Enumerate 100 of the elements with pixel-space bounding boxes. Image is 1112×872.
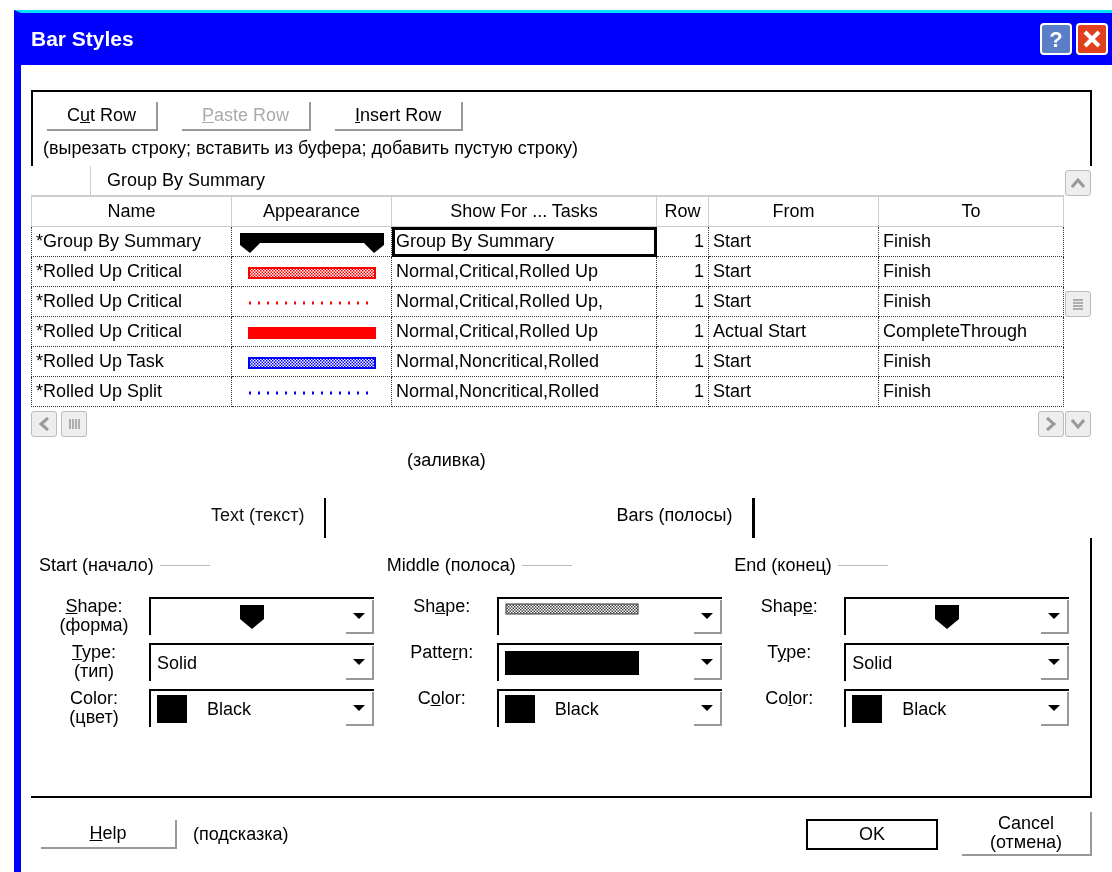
hint-text: (вырезать строку; вставить из буфера; добавить пустую строку) bbox=[43, 137, 579, 161]
scroll-down-button[interactable] bbox=[1065, 411, 1091, 438]
table-cell: 1 bbox=[656, 226, 709, 257]
grip-icon bbox=[67, 417, 81, 432]
table-cell: Start bbox=[708, 256, 879, 287]
field-sublabel: (цвет) bbox=[68, 708, 120, 728]
cancel-button[interactable]: Cancel (отмена) bbox=[962, 812, 1092, 857]
dropdown-field[interactable] bbox=[496, 597, 722, 636]
dropdown-arrow-icon bbox=[352, 658, 366, 667]
table-cell: 1 bbox=[656, 256, 709, 287]
table-cell: Actual Start bbox=[708, 316, 879, 347]
shape-preview-icon bbox=[239, 605, 264, 630]
arrow-down-icon bbox=[1071, 418, 1085, 431]
tab[interactable]: Text (текст) bbox=[211, 498, 327, 539]
table-cell[interactable]: Normal,Noncritical,Rolled bbox=[391, 346, 657, 377]
table-cell: Finish bbox=[878, 286, 1064, 317]
toolbar-button[interactable]: Cut Row bbox=[47, 102, 159, 132]
column-header[interactable]: Appearance bbox=[231, 196, 392, 227]
group-title: Start (начало) bbox=[39, 554, 154, 578]
field-sublabel: (форма) bbox=[58, 616, 130, 636]
help-button[interactable]: Help bbox=[41, 819, 177, 849]
dropdown-arrow-icon bbox=[699, 658, 714, 667]
hatched-bar-icon bbox=[504, 603, 639, 616]
table-cell: Start bbox=[708, 376, 879, 407]
table-cell: *Rolled Up Task bbox=[31, 346, 232, 377]
close-button[interactable] bbox=[1076, 23, 1108, 55]
table-cell: *Rolled Up Critical bbox=[31, 256, 232, 287]
field-label: Shape: bbox=[412, 597, 472, 617]
table-cell: 1 bbox=[656, 286, 709, 317]
table-cell: Start bbox=[708, 226, 879, 257]
dropdown-arrow-icon bbox=[352, 704, 366, 713]
field-label: Type: bbox=[70, 643, 117, 663]
dropdown-arrow-icon bbox=[1047, 658, 1062, 667]
solid-bar-icon bbox=[504, 651, 639, 676]
field-label: Pattern: bbox=[409, 643, 475, 663]
scroll-thumb[interactable] bbox=[61, 411, 87, 438]
table-cell: Start bbox=[708, 346, 879, 377]
tab[interactable]: Bars (полосы) bbox=[616, 498, 756, 539]
table-cell: Finish bbox=[878, 346, 1064, 377]
table-cell[interactable]: Normal,Critical,Rolled Up bbox=[391, 256, 657, 287]
table-cell: 1 bbox=[656, 316, 709, 347]
dropdown-value: Black bbox=[207, 697, 251, 721]
group-title: End (конец) bbox=[734, 554, 832, 578]
dropdown-field[interactable]: Black bbox=[149, 689, 374, 728]
dropdown-field[interactable] bbox=[496, 643, 722, 682]
column-header[interactable]: Row bbox=[656, 196, 709, 227]
arrow-right-icon bbox=[1045, 417, 1057, 432]
dropdown-field[interactable]: Black bbox=[844, 689, 1070, 728]
field-label: Color: bbox=[416, 689, 467, 709]
table-cell: 1 bbox=[656, 376, 709, 407]
dropdown-value: Black bbox=[902, 697, 947, 721]
group-title: Middle (полоса) bbox=[386, 554, 516, 578]
table-cell: CompleteThrough bbox=[878, 316, 1064, 347]
column-header[interactable]: Show For ... Tasks bbox=[391, 196, 657, 227]
dropdown-value: Solid bbox=[157, 651, 198, 675]
ok-button[interactable]: OK bbox=[806, 818, 938, 850]
arrow-up-icon bbox=[1071, 177, 1085, 190]
dropdown-field[interactable] bbox=[149, 597, 374, 636]
grip-icon bbox=[1071, 296, 1085, 311]
table-cell: *Rolled Up Critical bbox=[31, 286, 232, 317]
dropdown-arrow-icon bbox=[699, 704, 714, 713]
dropdown-arrow-icon bbox=[1047, 704, 1062, 713]
table-cell: Finish bbox=[878, 256, 1064, 287]
field-label: Color: bbox=[764, 689, 815, 709]
dropdown-field[interactable]: Solid bbox=[844, 643, 1070, 682]
table-cell: *Rolled Up Critical bbox=[31, 316, 232, 347]
column-header[interactable]: From bbox=[708, 196, 879, 227]
arrow-left-icon bbox=[38, 417, 50, 432]
dropdown-value: Black bbox=[554, 697, 599, 721]
help-button[interactable]: ? bbox=[1040, 23, 1072, 55]
dropdown-field[interactable]: Black bbox=[496, 689, 722, 728]
table-cell[interactable]: Normal,Critical,Rolled Up bbox=[391, 316, 657, 347]
help-note: (подсказка) bbox=[193, 822, 289, 846]
table-cell: Start bbox=[708, 286, 879, 317]
close-icon bbox=[1083, 30, 1101, 48]
table-cell: *Group By Summary bbox=[31, 226, 232, 257]
table-cell[interactable]: Normal,Critical,Rolled Up, bbox=[391, 286, 657, 317]
table-cell: Finish bbox=[878, 226, 1064, 257]
entry-field[interactable]: Group By Summary bbox=[91, 166, 591, 196]
field-label: Shape: bbox=[759, 597, 819, 617]
toolbar-button[interactable]: Insert Row bbox=[335, 102, 464, 132]
field-label: Color: bbox=[69, 689, 119, 709]
column-header[interactable]: Name bbox=[31, 196, 232, 227]
table-cell: Finish bbox=[878, 376, 1064, 407]
dropdown-arrow-icon bbox=[699, 612, 714, 621]
dropdown-field[interactable] bbox=[844, 597, 1070, 636]
scroll-thumb[interactable] bbox=[1065, 290, 1091, 317]
scroll-up-button[interactable] bbox=[1065, 170, 1091, 197]
dropdown-field[interactable]: Solid bbox=[149, 643, 374, 682]
field-label: Shape: bbox=[64, 597, 124, 617]
table-cell[interactable]: Group By Summary bbox=[391, 226, 657, 257]
fill-note: (заливка) bbox=[407, 449, 486, 473]
table-cell: 1 bbox=[656, 346, 709, 377]
table-cell[interactable]: Normal,Noncritical,Rolled bbox=[391, 376, 657, 407]
table-cell: *Rolled Up Split bbox=[31, 376, 232, 407]
dropdown-value: Solid bbox=[852, 651, 893, 675]
dropdown-arrow-icon bbox=[1047, 612, 1062, 621]
scroll-right-button[interactable] bbox=[1038, 411, 1064, 438]
column-header[interactable]: To bbox=[878, 196, 1064, 227]
scroll-left-button[interactable] bbox=[31, 411, 57, 438]
